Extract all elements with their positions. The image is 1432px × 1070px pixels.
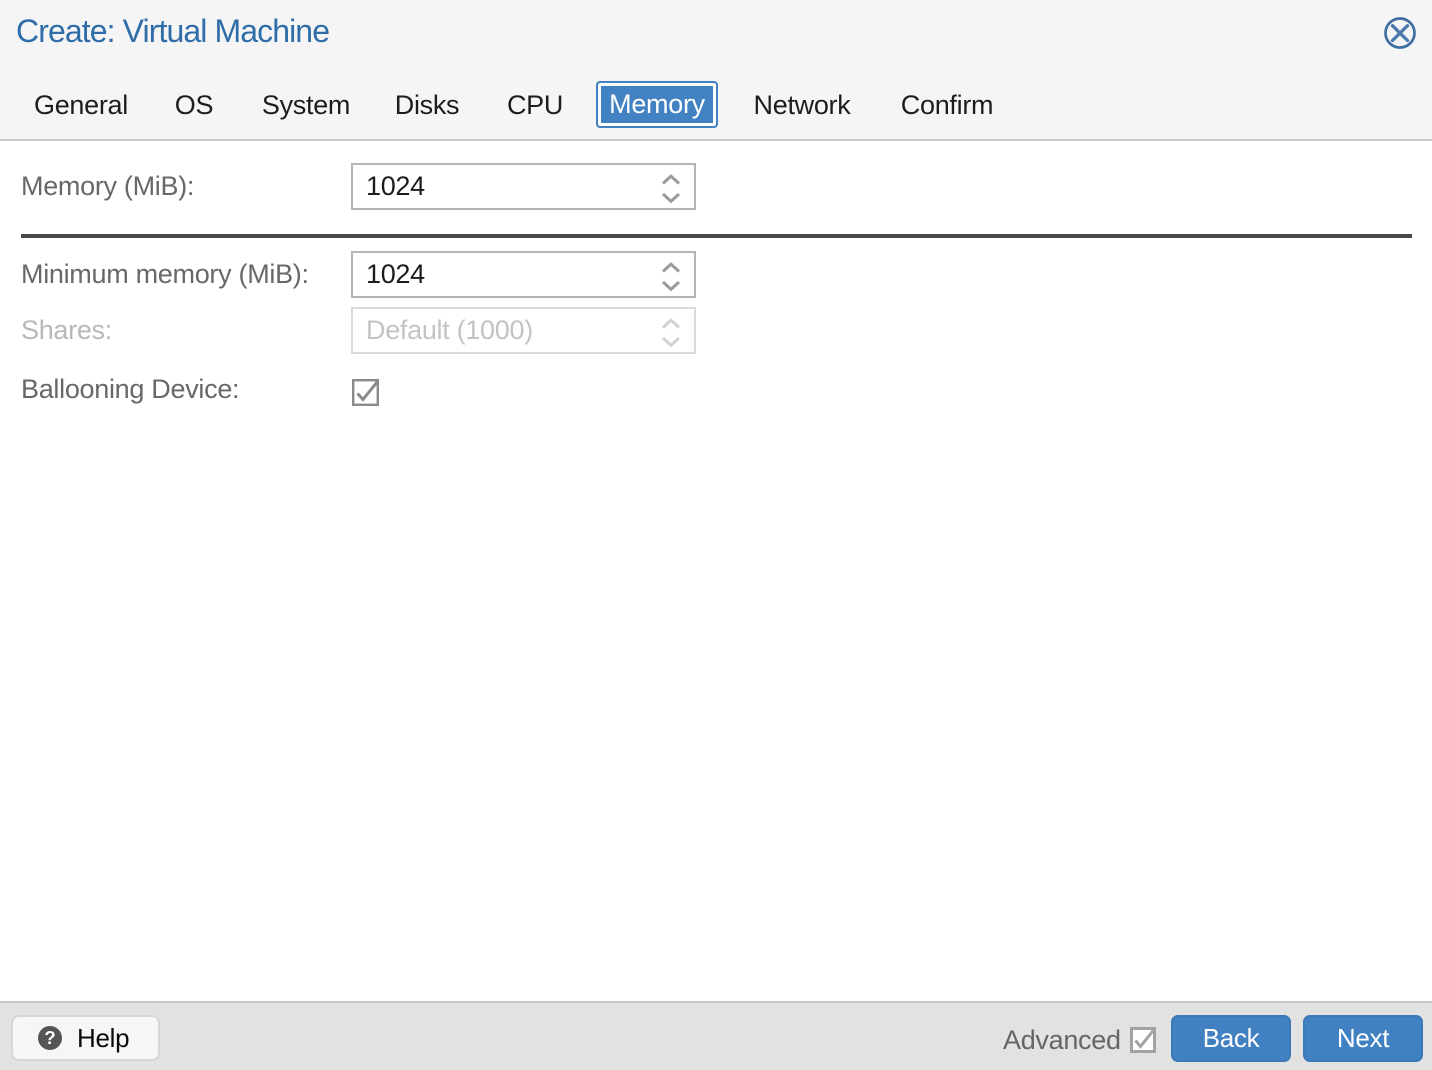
svg-text:?: ? [44, 1027, 55, 1048]
